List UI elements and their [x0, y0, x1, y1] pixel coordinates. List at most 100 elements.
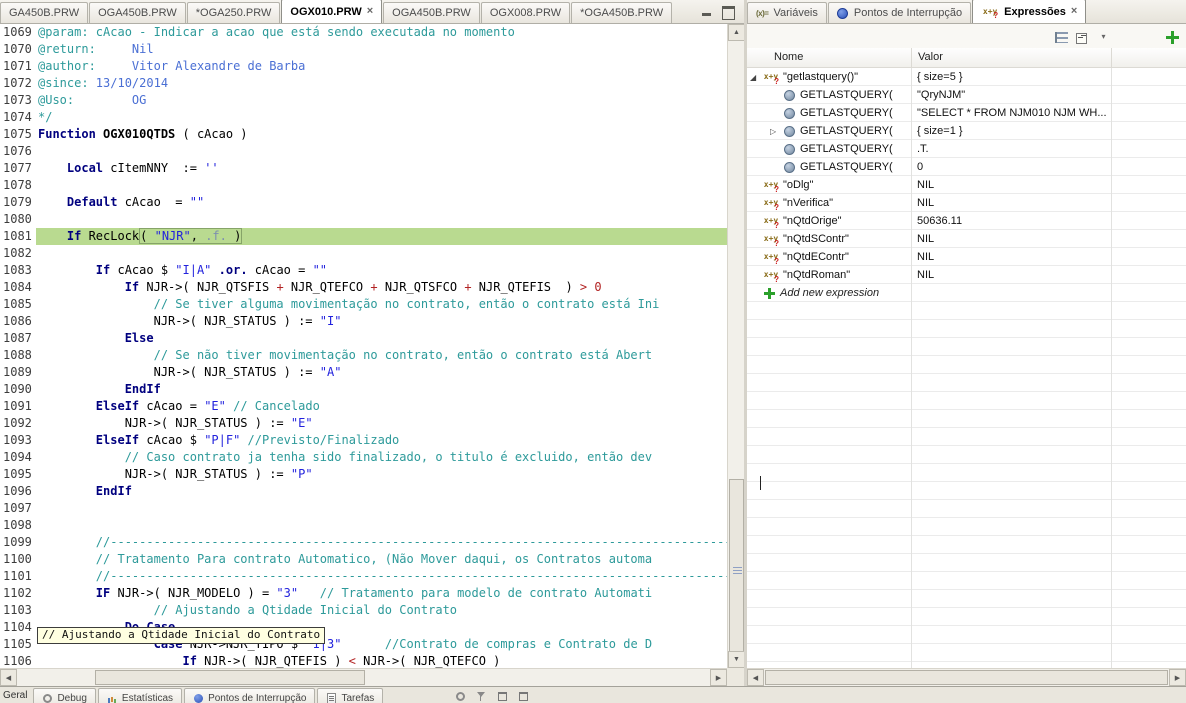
scroll-grip	[733, 567, 742, 576]
bottom-view-tab[interactable]: Debug	[33, 688, 95, 703]
close-tab-icon[interactable]: ×	[367, 6, 373, 17]
line-number[interactable]: 1072	[0, 75, 36, 92]
line-number[interactable]: 1089	[0, 364, 36, 381]
expression-row[interactable]: x+y?"nVerifica"NIL	[747, 194, 1186, 212]
scroll-left-icon[interactable]: ◀	[747, 669, 764, 686]
show-logical-structures-icon[interactable]	[1051, 28, 1068, 45]
scroll-right-icon[interactable]: ▶	[710, 669, 727, 686]
bottom-view-tab[interactable]: Estatísticas	[98, 688, 182, 703]
line-number[interactable]: 1087	[0, 330, 36, 347]
line-number[interactable]: 1075	[0, 126, 36, 143]
line-number[interactable]: 1084	[0, 279, 36, 296]
expression-row[interactable]: x+y?"nQtdSContr"NIL	[747, 230, 1186, 248]
expression-row[interactable]: x+y?"nQtdOrige"50636.11	[747, 212, 1186, 230]
line-number[interactable]: 1105	[0, 636, 36, 653]
column-header-nome[interactable]: Nome	[747, 48, 912, 67]
line-number[interactable]: 1106	[0, 653, 36, 668]
expression-row[interactable]: ▷GETLASTQUERY({ size=1 }	[747, 122, 1186, 140]
close-tab-icon[interactable]: ×	[1071, 6, 1077, 17]
column-header-valor[interactable]: Valor	[912, 48, 1112, 67]
scroll-up-icon[interactable]: ▲	[728, 24, 745, 41]
line-number[interactable]: 1099	[0, 534, 36, 551]
collapse-all-icon[interactable]	[1073, 28, 1090, 45]
add-expression-icon[interactable]	[1163, 28, 1180, 45]
line-number[interactable]: 1081	[0, 228, 36, 245]
vertical-scroll-thumb[interactable]	[729, 479, 744, 664]
line-number[interactable]: 1080	[0, 211, 36, 228]
expression-row[interactable]: x+y?"nQtdRoman"NIL	[747, 266, 1186, 284]
editor-tab[interactable]: OGA450B.PRW	[89, 2, 186, 23]
line-number[interactable]: 1085	[0, 296, 36, 313]
editor-tab[interactable]: *OGA450B.PRW	[571, 2, 672, 23]
panel-tab[interactable]: x+y?Expressões×	[972, 0, 1086, 23]
settings-icon[interactable]	[455, 691, 466, 702]
column-divider[interactable]	[911, 68, 912, 668]
panel-tab[interactable]: (x)=Variáveis	[747, 2, 827, 23]
editor-tab[interactable]: OGA450B.PRW	[383, 2, 480, 23]
scroll-right-icon[interactable]: ▶	[1169, 669, 1186, 686]
line-number[interactable]: 1101	[0, 568, 36, 585]
editor-horizontal-scrollbar[interactable]: ◀ ▶	[0, 668, 727, 686]
bottom-view-tab[interactable]: Tarefas	[317, 688, 383, 703]
expression-row[interactable]: GETLASTQUERY(.T.	[747, 140, 1186, 158]
expand-icon[interactable]: ◢	[750, 73, 762, 82]
column-divider[interactable]	[1111, 68, 1112, 668]
line-number[interactable]: 1102	[0, 585, 36, 602]
line-number[interactable]: 1069	[0, 24, 36, 41]
expression-row[interactable]: GETLASTQUERY("SELECT * FROM NJM010 NJM W…	[747, 104, 1186, 122]
line-number[interactable]: 1082	[0, 245, 36, 262]
horizontal-scroll-thumb[interactable]	[95, 670, 365, 685]
line-number[interactable]: 1100	[0, 551, 36, 568]
line-number[interactable]: 1095	[0, 466, 36, 483]
code-token: // Se tiver alguma movimentação no contr…	[154, 297, 660, 311]
panel-tab[interactable]: Pontos de Interrupção	[828, 2, 971, 23]
editor-tab[interactable]: OGX010.PRW×	[281, 0, 382, 23]
code-token	[341, 637, 384, 651]
minimize-view-icon[interactable]	[701, 6, 713, 17]
editor-tab[interactable]: GA450B.PRW	[0, 2, 88, 23]
maximize-view-icon[interactable]	[518, 691, 529, 702]
expression-row[interactable]: x+y?"oDlg"NIL	[747, 176, 1186, 194]
horizontal-scroll-thumb[interactable]	[765, 670, 1168, 685]
panel-horizontal-scrollbar[interactable]: ◀ ▶	[747, 668, 1186, 686]
expression-row[interactable]: GETLASTQUERY("QryNJM"	[747, 86, 1186, 104]
line-number[interactable]: 1077	[0, 160, 36, 177]
line-number[interactable]: 1076	[0, 143, 36, 160]
expression-row[interactable]: GETLASTQUERY(0	[747, 158, 1186, 176]
watch-mark: ?	[774, 186, 779, 192]
maximize-view-icon[interactable]	[722, 6, 734, 17]
editor-tab[interactable]: OGX008.PRW	[481, 2, 570, 23]
view-menu-icon[interactable]: ▾	[1095, 28, 1112, 45]
line-number[interactable]: 1103	[0, 602, 36, 619]
filter-icon[interactable]	[476, 691, 487, 702]
expand-icon[interactable]: ▷	[770, 127, 782, 136]
scroll-down-icon[interactable]: ▼	[728, 651, 745, 668]
line-number[interactable]: 1073	[0, 92, 36, 109]
line-number[interactable]: 1104	[0, 619, 36, 636]
line-number[interactable]: 1097	[0, 500, 36, 517]
code-editor[interactable]: 1069@param: cAcao - Indicar a acao que e…	[0, 24, 727, 668]
line-number[interactable]: 1086	[0, 313, 36, 330]
line-number[interactable]: 1090	[0, 381, 36, 398]
restore-view-icon[interactable]	[497, 691, 508, 702]
line-number[interactable]: 1092	[0, 415, 36, 432]
line-number[interactable]: 1091	[0, 398, 36, 415]
line-number[interactable]: 1078	[0, 177, 36, 194]
bottom-view-tab[interactable]: Pontos de Interrupção	[184, 688, 315, 703]
line-number[interactable]: 1098	[0, 517, 36, 534]
expression-row[interactable]: x+y?"nQtdEContr"NIL	[747, 248, 1186, 266]
editor-vertical-scrollbar[interactable]: ▲ ▼	[727, 24, 744, 668]
line-number[interactable]: 1079	[0, 194, 36, 211]
line-number[interactable]: 1074	[0, 109, 36, 126]
expression-row[interactable]: ◢x+y?"getlastquery()"{ size=5 }	[747, 68, 1186, 86]
line-number[interactable]: 1094	[0, 449, 36, 466]
expression-row[interactable]: Add new expression	[747, 284, 1186, 302]
line-number[interactable]: 1083	[0, 262, 36, 279]
line-number[interactable]: 1071	[0, 58, 36, 75]
line-number[interactable]: 1096	[0, 483, 36, 500]
line-number[interactable]: 1093	[0, 432, 36, 449]
line-number[interactable]: 1088	[0, 347, 36, 364]
line-number[interactable]: 1070	[0, 41, 36, 58]
editor-tab[interactable]: *OGA250.PRW	[187, 2, 281, 23]
scroll-left-icon[interactable]: ◀	[0, 669, 17, 686]
